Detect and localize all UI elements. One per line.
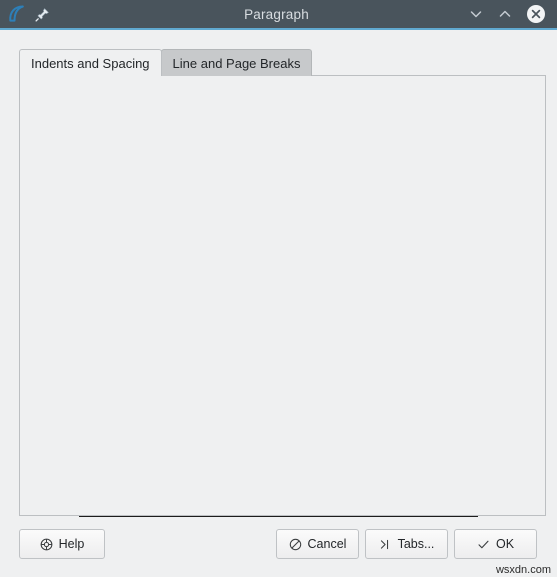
- window-title: Paragraph: [244, 6, 309, 22]
- cancel-button-label: Cancel: [307, 537, 347, 551]
- tabs-button[interactable]: Tabs...: [365, 529, 448, 559]
- tab-stop-icon: [379, 538, 392, 551]
- chevron-down-icon[interactable]: [468, 6, 484, 22]
- site-watermark: wsxdn.com: [495, 564, 551, 576]
- chevron-up-icon[interactable]: [497, 6, 513, 22]
- indents-and-spacing-panel: [19, 75, 546, 516]
- tab-indents-and-spacing[interactable]: Indents and Spacing: [19, 49, 162, 76]
- close-icon[interactable]: [526, 4, 546, 24]
- check-icon: [477, 538, 490, 551]
- circle-slash-icon: [289, 538, 302, 551]
- titlebar-left-icons: [0, 4, 127, 24]
- titlebar-accent-line: [0, 28, 557, 30]
- tab-bar: Indents and Spacing Line and Page Breaks: [19, 49, 313, 76]
- cancel-button[interactable]: Cancel: [276, 529, 359, 559]
- writer-app-icon: [7, 4, 27, 24]
- pin-icon[interactable]: [35, 7, 50, 22]
- ok-button[interactable]: OK: [454, 529, 537, 559]
- tab-line-and-page-breaks[interactable]: Line and Page Breaks: [160, 49, 313, 76]
- lifebuoy-icon: [40, 538, 53, 551]
- window-titlebar: Paragraph: [0, 0, 557, 28]
- titlebar-window-controls: [426, 4, 557, 24]
- help-button-label: Help: [58, 537, 85, 551]
- tabs-button-label: Tabs...: [397, 537, 435, 551]
- ok-button-label: OK: [495, 537, 515, 551]
- help-button[interactable]: Help: [19, 529, 105, 559]
